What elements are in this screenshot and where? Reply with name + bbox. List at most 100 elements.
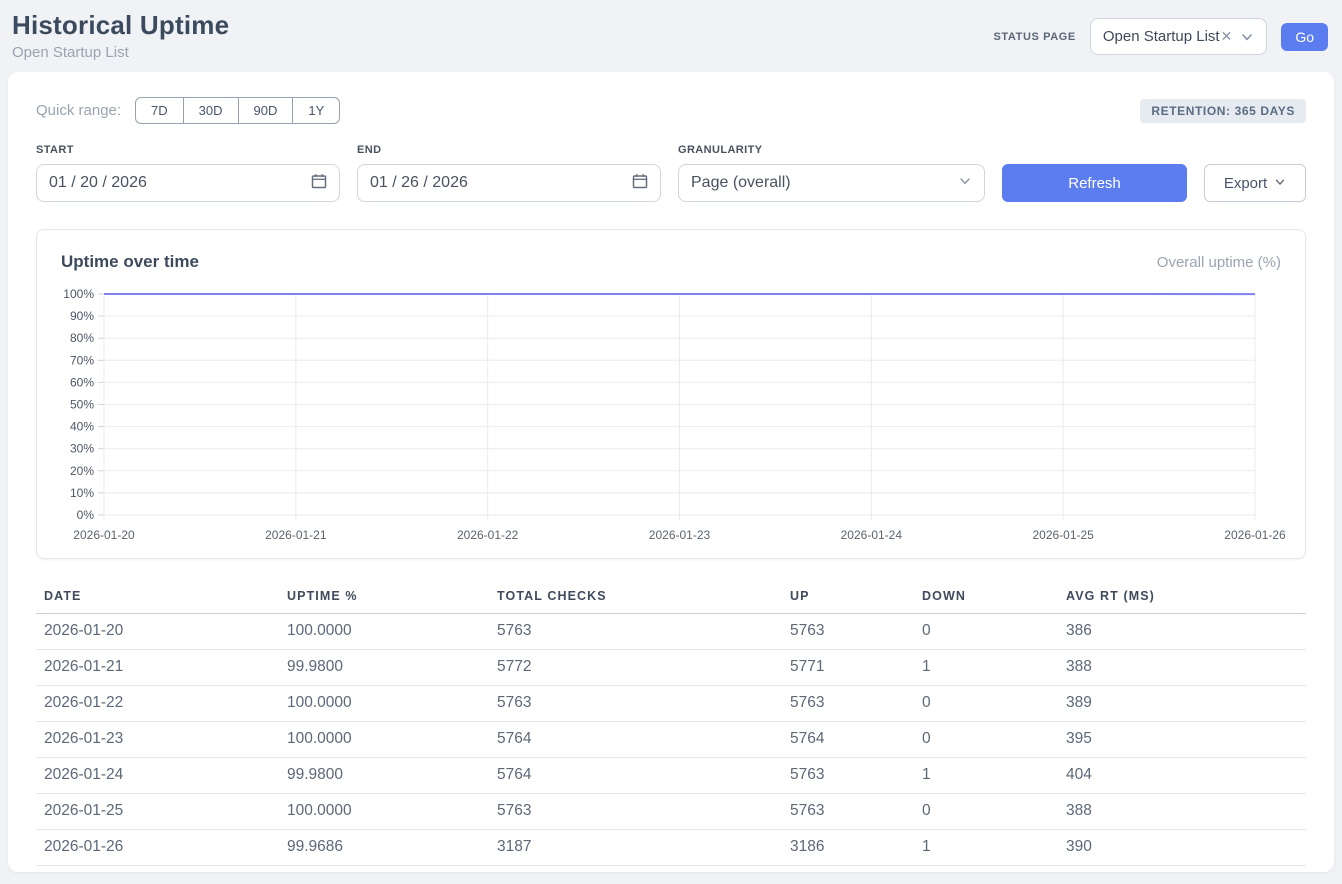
filter-row: START 01 / 20 / 2026 END 01 / 26 / 2026 … [36,144,1306,202]
end-date-input[interactable]: 01 / 26 / 2026 [357,164,661,202]
granularity-selected-value: Page (overall) [691,174,791,192]
table-cell: 2026-01-20 [36,614,279,650]
granularity-field-group: GRANULARITY Page (overall) [678,144,985,202]
column-header: TOTAL CHECKS [489,583,782,614]
table-cell: 1 [914,830,1058,866]
column-header: DOWN [914,583,1058,614]
table-cell: 388 [1058,794,1306,830]
calendar-icon[interactable] [311,173,327,194]
table-cell: 0 [914,686,1058,722]
export-button-label: Export [1224,175,1267,192]
retention-badge: RETENTION: 365 DAYS [1140,99,1306,123]
table-cell: 2026-01-23 [36,722,279,758]
go-button[interactable]: Go [1281,23,1328,51]
uptime-line-chart: 100%90%80%70%60%50%40%30%20%10%0%2026-01… [61,284,1287,546]
column-header: AVG RT (MS) [1058,583,1306,614]
start-date-field-group: START 01 / 20 / 2026 [36,144,340,202]
table-cell: 5763 [782,686,914,722]
table-cell: 395 [1058,722,1306,758]
table-cell: 100.0000 [279,686,489,722]
status-page-label: STATUS PAGE [993,31,1075,43]
table-cell: 388 [1058,650,1306,686]
chevron-down-icon [958,174,972,193]
table-cell: 390 [1058,830,1306,866]
table-cell: 99.9800 [279,650,489,686]
main-panel: Quick range: 7D30D90D1Y RETENTION: 365 D… [8,72,1334,872]
table-row: 2026-01-2199.9800577257711388 [36,650,1306,686]
table-cell: 100.0000 [279,722,489,758]
y-tick-label: 10% [70,486,94,500]
table-cell: 0 [914,722,1058,758]
title-block: Historical Uptime Open Startup List [12,10,229,61]
y-tick-label: 30% [70,442,94,456]
start-label: START [36,144,340,156]
table-cell: 99.9686 [279,830,489,866]
table-cell: 5763 [782,794,914,830]
table-row: 2026-01-2499.9800576457631404 [36,758,1306,794]
clear-selection-icon[interactable]: ✕ [1221,28,1233,45]
column-header: DATE [36,583,279,614]
y-tick-label: 50% [70,398,94,412]
refresh-button[interactable]: Refresh [1002,164,1187,202]
quick-range-90d-button[interactable]: 90D [238,97,294,124]
column-header: UPTIME % [279,583,489,614]
page-header: Historical Uptime Open Startup List STAT… [0,0,1342,72]
chart-title: Uptime over time [61,252,199,272]
y-tick-label: 20% [70,464,94,478]
page-subtitle: Open Startup List [12,44,229,61]
table-cell: 2026-01-22 [36,686,279,722]
table-cell: 2026-01-25 [36,794,279,830]
table-cell: 0 [914,614,1058,650]
table-body: 2026-01-20100.00005763576303862026-01-21… [36,614,1306,866]
table-cell: 5763 [782,614,914,650]
table-row: 2026-01-23100.0000576457640395 [36,722,1306,758]
table-cell: 100.0000 [279,794,489,830]
status-page-select[interactable]: Open Startup List ✕ [1090,18,1267,55]
start-date-value: 01 / 20 / 2026 [49,174,147,192]
table-cell: 5763 [489,686,782,722]
y-tick-label: 70% [70,353,94,367]
table-cell: 1 [914,650,1058,686]
table-cell: 1 [914,758,1058,794]
quick-range-30d-button[interactable]: 30D [183,97,239,124]
calendar-icon[interactable] [632,173,648,194]
table-cell: 99.9800 [279,758,489,794]
y-tick-label: 90% [70,309,94,323]
table-cell: 5764 [489,758,782,794]
table-cell: 5764 [782,722,914,758]
y-tick-label: 80% [70,331,94,345]
table-cell: 5772 [489,650,782,686]
table-cell: 2026-01-24 [36,758,279,794]
quick-range-label: Quick range: [36,102,121,119]
table-cell: 0 [914,794,1058,830]
x-tick-label: 2026-01-20 [73,528,135,542]
chevron-down-icon [1274,175,1286,192]
table-cell: 404 [1058,758,1306,794]
end-date-value: 01 / 26 / 2026 [370,174,468,192]
export-button[interactable]: Export [1204,164,1306,202]
table-cell: 389 [1058,686,1306,722]
quick-range-button-group: 7D30D90D1Y [135,97,340,124]
y-tick-label: 100% [63,287,94,301]
uptime-table: DATEUPTIME %TOTAL CHECKSUPDOWNAVG RT (MS… [36,583,1306,866]
table-cell: 5763 [782,758,914,794]
x-tick-label: 2026-01-25 [1032,528,1094,542]
chart-legend: Overall uptime (%) [1157,254,1281,271]
y-tick-label: 0% [77,508,95,522]
table-cell: 5771 [782,650,914,686]
chart-header: Uptime over time Overall uptime (%) [61,252,1281,272]
table-cell: 5763 [489,614,782,650]
table-row: 2026-01-2699.9686318731861390 [36,830,1306,866]
x-tick-label: 2026-01-26 [1224,528,1286,542]
quick-range-7d-button[interactable]: 7D [135,97,184,124]
y-tick-label: 60% [70,375,94,389]
table-row: 2026-01-20100.0000576357630386 [36,614,1306,650]
table-cell: 2026-01-21 [36,650,279,686]
start-date-input[interactable]: 01 / 20 / 2026 [36,164,340,202]
granularity-select[interactable]: Page (overall) [678,164,985,202]
table-row: 2026-01-22100.0000576357630389 [36,686,1306,722]
table-header: DATEUPTIME %TOTAL CHECKSUPDOWNAVG RT (MS… [36,583,1306,614]
quick-range-1y-button[interactable]: 1Y [292,97,340,124]
table-cell: 3187 [489,830,782,866]
quick-range-row: Quick range: 7D30D90D1Y RETENTION: 365 D… [36,97,1306,124]
